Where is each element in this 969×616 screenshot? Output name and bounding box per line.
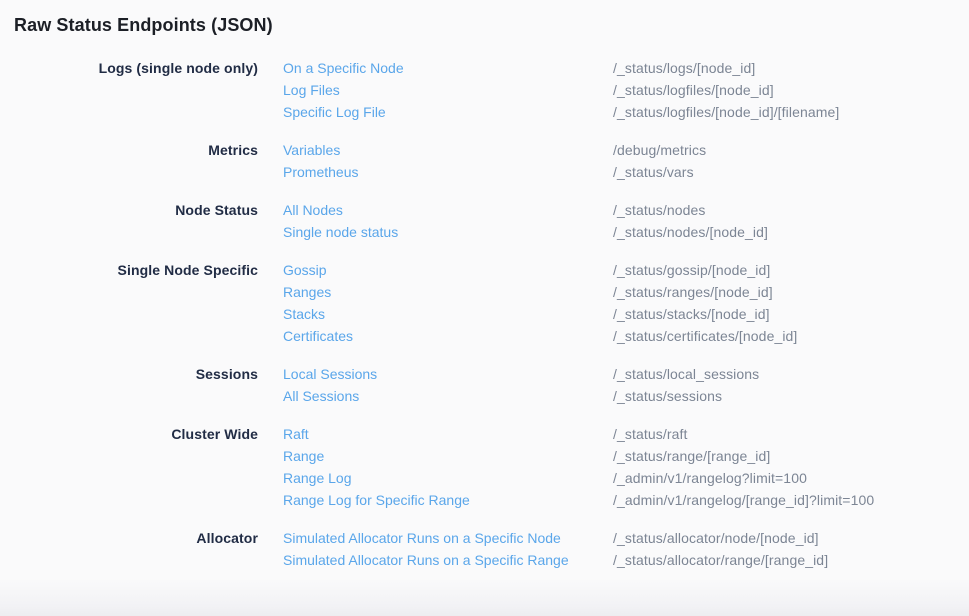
endpoint-group: Node Status All Nodes /_status/nodes Sin… <box>0 199 969 243</box>
endpoint-row: Ranges /_status/ranges/[node_id] <box>258 281 969 303</box>
endpoint-link[interactable]: Ranges <box>283 281 613 303</box>
endpoint-path: /_status/nodes <box>613 199 705 221</box>
endpoint-link[interactable]: On a Specific Node <box>283 57 613 79</box>
endpoint-link[interactable]: Stacks <box>283 303 613 325</box>
endpoint-row: Certificates /_status/certificates/[node… <box>258 325 969 347</box>
endpoint-row: Variables /debug/metrics <box>258 139 969 161</box>
endpoint-path: /_admin/v1/rangelog/[range_id]?limit=100 <box>613 489 874 511</box>
endpoint-link[interactable]: Single node status <box>283 221 613 243</box>
endpoint-group: Allocator Simulated Allocator Runs on a … <box>0 527 969 571</box>
raw-status-endpoints-page: Raw Status Endpoints (JSON) Logs (single… <box>0 13 969 571</box>
endpoint-link[interactable]: Specific Log File <box>283 101 613 123</box>
endpoint-path: /_status/logfiles/[node_id] <box>613 79 774 101</box>
endpoint-entries: Variables /debug/metrics Prometheus /_st… <box>258 139 969 183</box>
endpoint-row: Prometheus /_status/vars <box>258 161 969 183</box>
endpoint-path: /_status/allocator/node/[node_id] <box>613 527 819 549</box>
endpoint-path: /debug/metrics <box>613 139 706 161</box>
endpoint-row: Range Log /_admin/v1/rangelog?limit=100 <box>258 467 969 489</box>
endpoint-path: /_status/stacks/[node_id] <box>613 303 770 325</box>
endpoint-path: /_status/local_sessions <box>613 363 759 385</box>
endpoint-path: /_status/raft <box>613 423 687 445</box>
endpoint-path: /_status/sessions <box>613 385 722 407</box>
endpoint-link[interactable]: Log Files <box>283 79 613 101</box>
endpoint-row: Local Sessions /_status/local_sessions <box>258 363 969 385</box>
endpoint-group: Single Node Specific Gossip /_status/gos… <box>0 259 969 347</box>
endpoint-entries: All Nodes /_status/nodes Single node sta… <box>258 199 969 243</box>
endpoint-path: /_status/range/[range_id] <box>613 445 770 467</box>
endpoint-link[interactable]: Range Log for Specific Range <box>283 489 613 511</box>
endpoint-path: /_status/allocator/range/[range_id] <box>613 549 828 571</box>
endpoint-link[interactable]: Variables <box>283 139 613 161</box>
endpoint-link[interactable]: Gossip <box>283 259 613 281</box>
endpoint-link[interactable]: Simulated Allocator Runs on a Specific R… <box>283 549 613 571</box>
endpoint-entries: Gossip /_status/gossip/[node_id] Ranges … <box>258 259 969 347</box>
endpoint-link[interactable]: Local Sessions <box>283 363 613 385</box>
category-label: Logs (single node only) <box>0 57 258 79</box>
endpoint-row: On a Specific Node /_status/logs/[node_i… <box>258 57 969 79</box>
endpoint-link[interactable]: Simulated Allocator Runs on a Specific N… <box>283 527 613 549</box>
endpoint-row: All Nodes /_status/nodes <box>258 199 969 221</box>
page-title: Raw Status Endpoints (JSON) <box>14 13 969 37</box>
endpoint-row: Simulated Allocator Runs on a Specific R… <box>258 549 969 571</box>
endpoint-entries: Local Sessions /_status/local_sessions A… <box>258 363 969 407</box>
endpoint-row: Simulated Allocator Runs on a Specific N… <box>258 527 969 549</box>
endpoint-link[interactable]: Raft <box>283 423 613 445</box>
endpoint-row: Gossip /_status/gossip/[node_id] <box>258 259 969 281</box>
endpoint-link[interactable]: Certificates <box>283 325 613 347</box>
endpoint-row: Stacks /_status/stacks/[node_id] <box>258 303 969 325</box>
endpoint-row: All Sessions /_status/sessions <box>258 385 969 407</box>
category-label: Metrics <box>0 139 258 161</box>
endpoint-path: /_status/logs/[node_id] <box>613 57 755 79</box>
category-label: Allocator <box>0 527 258 549</box>
endpoint-link[interactable]: Prometheus <box>283 161 613 183</box>
endpoint-entries: On a Specific Node /_status/logs/[node_i… <box>258 57 969 123</box>
page-bottom-fade <box>0 578 969 616</box>
endpoint-row: Range /_status/range/[range_id] <box>258 445 969 467</box>
endpoint-row: Specific Log File /_status/logfiles/[nod… <box>258 101 969 123</box>
endpoint-path: /_status/nodes/[node_id] <box>613 221 768 243</box>
endpoint-link[interactable]: All Sessions <box>283 385 613 407</box>
endpoint-entries: Simulated Allocator Runs on a Specific N… <box>258 527 969 571</box>
category-label: Sessions <box>0 363 258 385</box>
endpoint-groups: Logs (single node only) On a Specific No… <box>0 57 969 571</box>
endpoint-link[interactable]: Range Log <box>283 467 613 489</box>
endpoint-row: Raft /_status/raft <box>258 423 969 445</box>
category-label: Node Status <box>0 199 258 221</box>
endpoint-group: Metrics Variables /debug/metrics Prometh… <box>0 139 969 183</box>
category-label: Cluster Wide <box>0 423 258 445</box>
endpoint-path: /_status/ranges/[node_id] <box>613 281 773 303</box>
endpoint-path: /_status/certificates/[node_id] <box>613 325 797 347</box>
endpoint-row: Log Files /_status/logfiles/[node_id] <box>258 79 969 101</box>
endpoint-entries: Raft /_status/raft Range /_status/range/… <box>258 423 969 511</box>
endpoint-row: Range Log for Specific Range /_admin/v1/… <box>258 489 969 511</box>
endpoint-path: /_status/gossip/[node_id] <box>613 259 770 281</box>
category-label: Single Node Specific <box>0 259 258 281</box>
endpoint-group: Cluster Wide Raft /_status/raft Range /_… <box>0 423 969 511</box>
endpoint-row: Single node status /_status/nodes/[node_… <box>258 221 969 243</box>
endpoint-path: /_admin/v1/rangelog?limit=100 <box>613 467 807 489</box>
endpoint-link[interactable]: All Nodes <box>283 199 613 221</box>
endpoint-link[interactable]: Range <box>283 445 613 467</box>
endpoint-path: /_status/vars <box>613 161 694 183</box>
endpoint-group: Sessions Local Sessions /_status/local_s… <box>0 363 969 407</box>
endpoint-path: /_status/logfiles/[node_id]/[filename] <box>613 101 839 123</box>
endpoint-group: Logs (single node only) On a Specific No… <box>0 57 969 123</box>
